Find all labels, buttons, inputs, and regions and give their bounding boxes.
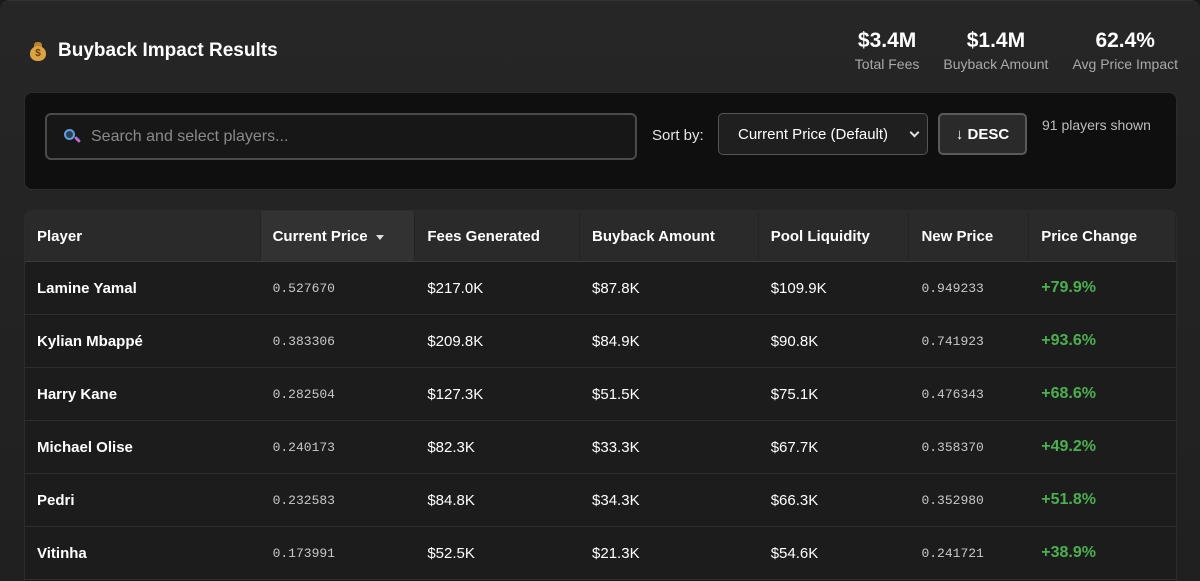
cell-buyback-amount: $33.3K [592,438,640,456]
column-header-player[interactable]: Player [25,211,261,261]
cell-player: Kylian Mbappé [37,332,143,350]
search-icon [63,128,82,146]
stat-value: $1.4M [966,29,1026,52]
sort-select-value: Current Price (Default) [738,125,889,143]
cell-fees-generated: $52.5K [427,544,475,562]
cell-current-price: 0.240173 [272,439,335,455]
cell-buyback-amount: $87.8K [592,279,640,297]
cell-buyback-amount: $51.5K [592,385,640,403]
search-input[interactable] [91,127,611,146]
cell-fees-generated: $84.8K [427,491,475,509]
cell-new-price: 0.949233 [921,280,984,296]
money-bag-icon: $ [28,41,48,61]
column-header-price-change[interactable]: Price Change [1029,211,1176,261]
cell-price-change: +49.2% [1041,438,1096,455]
title-text: Buyback Impact Results [58,40,278,61]
cell-fees-generated: $217.0K [427,279,484,297]
cell-player: Pedri [37,491,75,509]
table-header: Player Current Price Fees Generated Buyb… [25,211,1176,262]
cell-pool-liquidity: $109.9K [770,279,827,297]
cell-current-price: 0.282504 [272,386,335,402]
cell-pool-liquidity: $66.3K [770,491,819,509]
cell-fees-generated: $209.8K [427,332,484,350]
cell-price-change: +93.6% [1041,332,1096,349]
page-title: $ Buyback Impact Results [28,37,278,65]
cell-new-price: 0.241721 [921,545,984,561]
stat-avg-price-impact: 62.4% Avg Price Impact [1072,29,1178,72]
cell-price-change: +38.9% [1041,544,1096,561]
cell-buyback-amount: $34.3K [592,491,640,509]
column-header-label: Price Change [1041,227,1138,245]
cell-current-price: 0.383306 [272,333,335,349]
chevron-down-icon [909,127,920,138]
cell-player: Lamine Yamal [37,279,137,297]
cell-player: Vitinha [37,544,87,562]
cell-fees-generated: $127.3K [427,385,484,403]
stat-label: Buyback Amount [943,56,1049,72]
column-header-label: Pool Liquidity [770,227,870,245]
column-header-pool-liquidity[interactable]: Pool Liquidity [759,211,910,261]
column-header-buyback-amount[interactable]: Buyback Amount [580,211,759,261]
stat-value: $3.4M [857,29,917,52]
cell-buyback-amount: $21.3K [592,544,640,562]
results-table: Player Current Price Fees Generated Buyb… [24,210,1177,581]
cell-current-price: 0.527670 [272,280,335,296]
cell-pool-liquidity: $54.6K [770,544,819,562]
column-header-new-price[interactable]: New Price [909,211,1030,261]
stat-total-fees: $3.4M Total Fees [855,29,920,72]
search-box[interactable] [45,113,637,160]
column-header-current-price[interactable]: Current Price [260,211,416,261]
table-row[interactable]: Pedri 0.232583 $84.8K $34.3K $66.3K 0.35… [25,474,1176,527]
column-header-fees-generated[interactable]: Fees Generated [415,211,581,261]
cell-pool-liquidity: $90.8K [770,332,819,350]
column-header-label: Current Price [272,227,368,245]
column-header-label: Fees Generated [427,227,540,245]
cell-new-price: 0.352980 [921,492,984,508]
cell-pool-liquidity: $75.1K [770,385,819,403]
cell-player: Michael Olise [37,438,133,456]
stat-label: Avg Price Impact [1072,56,1178,72]
cell-current-price: 0.232583 [272,492,335,508]
sort-select[interactable]: Current Price (Default) [718,113,928,155]
column-header-label: Buyback Amount [592,227,715,245]
column-header-label: New Price [921,227,994,245]
cell-pool-liquidity: $67.7K [770,438,819,456]
table-row[interactable]: Lamine Yamal 0.527670 $217.0K $87.8K $10… [25,262,1176,315]
cell-new-price: 0.476343 [921,386,984,402]
cell-current-price: 0.173991 [272,545,335,561]
sort-direction-label: ↓ DESC [955,125,1010,143]
stat-buyback-amount: $1.4M Buyback Amount [943,29,1048,72]
controls-bar: Sort by: Current Price (Default) ↓ DESC … [24,92,1177,190]
cell-price-change: +68.6% [1041,385,1096,402]
cell-player: Harry Kane [37,385,118,403]
cell-price-change: +51.8% [1041,491,1096,508]
column-header-label: Player [37,227,83,245]
sort-direction-button[interactable]: ↓ DESC [938,113,1027,155]
cell-new-price: 0.741923 [921,333,984,349]
stat-value: 62.4% [1095,29,1155,52]
cell-fees-generated: $82.3K [427,438,475,456]
sort-caret-icon [375,234,384,240]
summary-stats: $3.4M Total Fees $1.4M Buyback Amount 62… [855,29,1178,72]
sort-label: Sort by: [652,127,704,144]
cell-price-change: +79.9% [1041,279,1096,296]
table-row[interactable]: Harry Kane 0.282504 $127.3K $51.5K $75.1… [25,368,1176,421]
table-row[interactable]: Vitinha 0.173991 $52.5K $21.3K $54.6K 0.… [25,527,1176,580]
cell-buyback-amount: $84.9K [592,332,640,350]
table-row[interactable]: Michael Olise 0.240173 $82.3K $33.3K $67… [25,421,1176,474]
cell-new-price: 0.358370 [921,439,984,455]
players-count: 91 players shown [1042,117,1151,133]
results-panel: $ Buyback Impact Results $3.4M Total Fee… [0,0,1200,581]
stat-label: Total Fees [854,56,920,72]
table-row[interactable]: Kylian Mbappé 0.383306 $209.8K $84.9K $9… [25,315,1176,368]
